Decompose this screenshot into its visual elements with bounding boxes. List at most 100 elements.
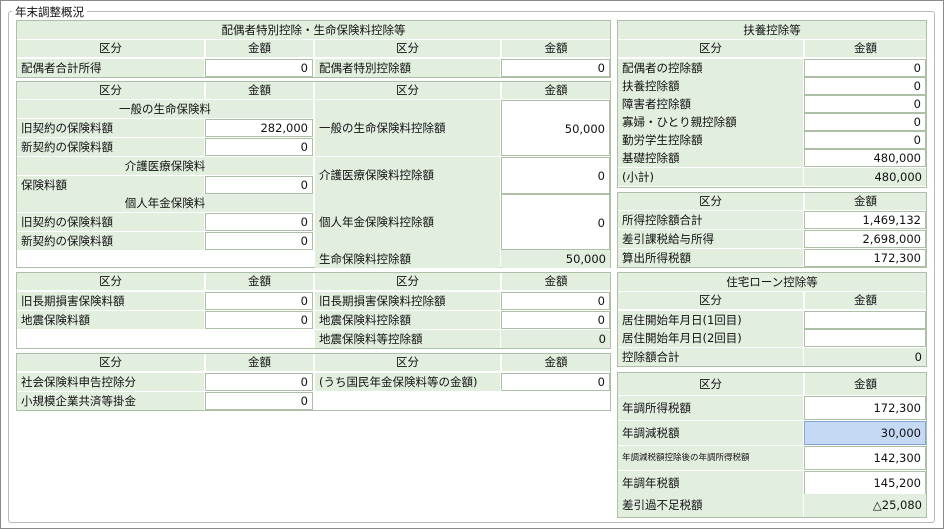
long-term-premium-field[interactable]: 0 xyxy=(205,292,313,310)
income-value[interactable]: 172,300 xyxy=(804,249,926,267)
housing-deduction-value: 0 xyxy=(804,348,926,366)
dep-value[interactable]: 480,000 xyxy=(804,149,926,167)
kingaku-header: 金額 xyxy=(502,273,610,290)
small-business-label: 小規模企業共済等掛金 xyxy=(17,392,204,410)
income-label: 算出所得税額 xyxy=(618,249,803,267)
pension-new-label: 新契約の保険料額 xyxy=(17,232,204,250)
pension-old-field[interactable]: 0 xyxy=(205,213,313,231)
national-pension-field[interactable]: 0 xyxy=(501,373,610,391)
spouse-income-label: 配偶者合計所得 xyxy=(17,59,204,77)
earthquake-deduction-label: 地震保険料控除額 xyxy=(315,311,500,329)
new-contract-label: 新契約の保険料額 xyxy=(17,138,204,156)
balance-value: △25,080 xyxy=(804,494,926,517)
spouse-income-field[interactable]: 0 xyxy=(205,59,313,77)
kingaku-header: 金額 xyxy=(805,40,926,57)
dep-value[interactable]: 0 xyxy=(804,59,926,77)
kubun-header: 区分 xyxy=(315,273,500,290)
kubun-header: 区分 xyxy=(17,273,204,290)
medical-premium-field[interactable]: 0 xyxy=(205,176,313,194)
income-value[interactable]: 2,698,000 xyxy=(804,230,926,248)
dep-value[interactable]: 0 xyxy=(804,113,926,131)
income-label: 所得控除額合計 xyxy=(618,211,803,229)
dep-subtotal-value: 480,000 xyxy=(804,168,926,186)
housing-start2-field[interactable] xyxy=(804,329,926,347)
kingaku-header: 金額 xyxy=(502,40,610,57)
dep-label: 障害者控除額 xyxy=(618,95,803,113)
pension-deduction-label: 個人年金保険料控除額 xyxy=(315,194,500,250)
dep-label: 扶養控除額 xyxy=(618,77,803,95)
income-value[interactable]: 1,469,132 xyxy=(804,211,926,229)
pension-new-field[interactable]: 0 xyxy=(205,232,313,250)
kubun-header: 区分 xyxy=(618,292,803,309)
general-deduction-label: 一般の生命保険料控除額 xyxy=(315,100,500,156)
final-value[interactable]: 145,200 xyxy=(804,471,926,495)
dep-value[interactable]: 0 xyxy=(804,77,926,95)
dep-label: 寡婦・ひとり親控除額 xyxy=(618,113,803,131)
national-pension-label: (うち国民年金保険料等の金額) xyxy=(315,373,500,391)
general-life-title: 一般の生命保険料 xyxy=(17,100,313,118)
housing-start1-field[interactable] xyxy=(804,311,926,329)
dep-value[interactable]: 0 xyxy=(804,95,926,113)
kingaku-header: 金額 xyxy=(502,354,610,371)
kubun-header: 区分 xyxy=(17,82,204,99)
final-label: 年調年税額 xyxy=(618,471,803,495)
kubun-header: 区分 xyxy=(618,40,803,57)
long-term-premium-label: 旧長期損害保険料額 xyxy=(17,292,204,310)
kingaku-header: 金額 xyxy=(206,82,313,99)
medical-premium-label: 保険料額 xyxy=(17,176,204,194)
medical-title: 介護医療保険料 xyxy=(17,157,313,175)
housing-start2-label: 居住開始年月日(2回目) xyxy=(618,329,803,347)
kubun-header: 区分 xyxy=(17,354,204,371)
housing-title: 住宅ローン控除等 xyxy=(618,273,926,291)
dep-label: 基礎控除額 xyxy=(618,149,803,167)
life-total-label: 生命保険料控除額 xyxy=(315,250,500,268)
long-term-deduction-field[interactable]: 0 xyxy=(501,292,610,310)
kingaku-header: 金額 xyxy=(502,82,610,99)
kubun-header: 区分 xyxy=(618,193,803,210)
kingaku-header: 金額 xyxy=(805,292,926,309)
dep-value[interactable]: 0 xyxy=(804,131,926,149)
kingaku-header: 金額 xyxy=(805,373,926,395)
general-deduction-field[interactable]: 50,000 xyxy=(501,100,610,156)
income-label: 差引課税給与所得 xyxy=(618,230,803,248)
dependents-title: 扶養控除等 xyxy=(618,21,926,39)
pension-title: 個人年金保険料 xyxy=(17,194,313,212)
earthquake-premium-label: 地震保険料額 xyxy=(17,311,204,329)
old-contract-label: 旧契約の保険料額 xyxy=(17,119,204,137)
spouse-special-field[interactable]: 0 xyxy=(501,59,610,77)
spouse-section-title: 配偶者特別控除・生命保険料控除等 xyxy=(17,21,610,39)
kubun-header: 区分 xyxy=(315,82,500,99)
earthquake-total-label: 地震保険料等控除額 xyxy=(315,330,500,348)
kubun-header: 区分 xyxy=(315,40,500,57)
kingaku-header: 金額 xyxy=(206,273,313,290)
earthquake-deduction-field[interactable]: 0 xyxy=(501,311,610,329)
new-contract-field[interactable]: 0 xyxy=(205,138,313,156)
kingaku-header: 金額 xyxy=(206,354,313,371)
final-label: 年調減税額控除後の年調所得税額 xyxy=(618,446,803,470)
earthquake-total-value: 0 xyxy=(501,330,610,348)
earthquake-premium-field[interactable]: 0 xyxy=(205,311,313,329)
final-value[interactable]: 172,300 xyxy=(804,396,926,420)
kingaku-header: 金額 xyxy=(805,193,926,210)
social-insurance-field[interactable]: 0 xyxy=(205,373,313,391)
dep-label: 勤労学生控除額 xyxy=(618,131,803,149)
small-business-field[interactable]: 0 xyxy=(205,392,313,410)
social-insurance-label: 社会保険料申告控除分 xyxy=(17,373,204,391)
kubun-header: 区分 xyxy=(315,354,500,371)
kingaku-header: 金額 xyxy=(206,40,313,57)
housing-start1-label: 居住開始年月日(1回目) xyxy=(618,311,803,329)
medical-deduction-label: 介護医療保険料控除額 xyxy=(315,157,500,194)
pension-old-label: 旧契約の保険料額 xyxy=(17,213,204,231)
final-value[interactable]: 142,300 xyxy=(804,446,926,470)
dep-label: 配偶者の控除額 xyxy=(618,59,803,77)
long-term-deduction-label: 旧長期損害保険料控除額 xyxy=(315,292,500,310)
old-contract-field[interactable]: 282,000 xyxy=(205,119,313,137)
dep-subtotal-label: (小計) xyxy=(618,168,803,186)
pension-deduction-field[interactable]: 0 xyxy=(501,194,610,250)
final-label: 差引過不足税額 xyxy=(618,494,803,517)
tax-reduction-field[interactable]: 30,000 xyxy=(804,421,926,445)
medical-deduction-field[interactable]: 0 xyxy=(501,157,610,194)
kubun-header: 区分 xyxy=(618,373,803,395)
kubun-header: 区分 xyxy=(17,40,204,57)
life-total-value: 50,000 xyxy=(501,250,610,268)
